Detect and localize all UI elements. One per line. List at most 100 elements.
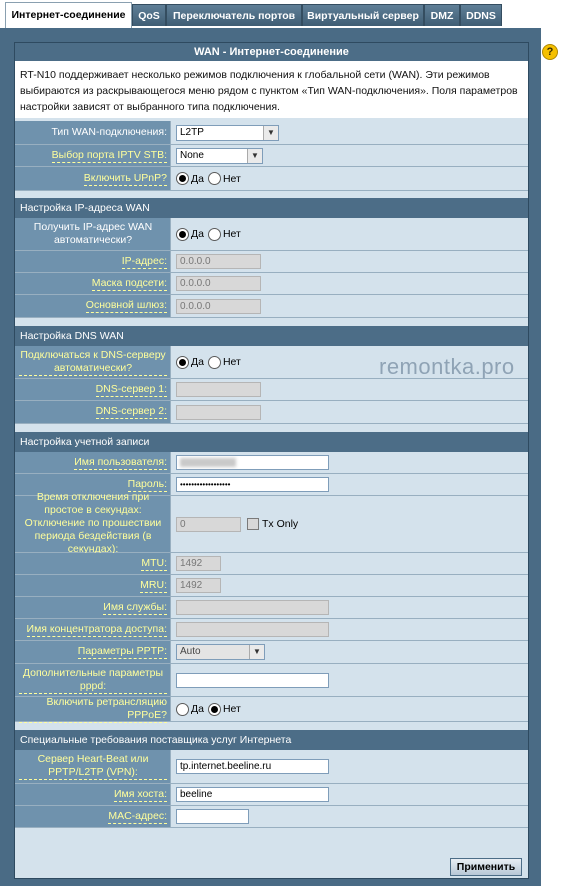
pppoe-relay-label: Включить ретрансляцию PPPoE? [15, 696, 171, 723]
iptv-port-row: Выбор порта IPTV STB: None ▼ [15, 145, 528, 167]
pptp-options-row: Параметры PPTP: Auto ▼ [15, 641, 528, 664]
idle-time-input[interactable]: 0 [176, 516, 241, 532]
wan-ip-auto-yes-label: Да [191, 228, 204, 240]
dns1-row: DNS-сервер 1: [15, 379, 528, 401]
wan-ip-section-header: Настройка IP-адреса WAN [15, 198, 528, 218]
chevron-down-icon: ▼ [249, 645, 264, 659]
isp-section-header: Специальные требования поставщика услуг … [15, 730, 528, 750]
wan-form: WAN - Интернет-соединение RT-N10 поддерж… [14, 42, 529, 879]
upnp-label: Включить UPnP? [15, 167, 171, 190]
upnp-no-label: Нет [222, 172, 241, 185]
apply-bar: Применить [15, 855, 528, 878]
mac-input[interactable] [176, 809, 249, 824]
concentrator-input[interactable] [176, 622, 329, 637]
dns-auto-no-radio[interactable] [207, 355, 221, 369]
tab-internet-connection[interactable]: Интернет-соединение [5, 2, 132, 28]
watermark: remontka.pro [379, 354, 515, 379]
subnet-mask-input[interactable]: 0.0.0.0 [176, 276, 261, 291]
heartbeat-input[interactable]: tp.internet.beeline.ru [176, 759, 329, 774]
pptp-options-label: Параметры PPTP: [15, 641, 171, 663]
tab-virtual-server[interactable]: Виртуальный сервер [302, 4, 424, 26]
hostname-row: Имя хоста: beeline [15, 784, 528, 806]
mac-row: MAC-адрес: [15, 806, 528, 828]
tab-port-switch[interactable]: Переключатель портов [166, 4, 302, 26]
concentrator-row: Имя концентратора доступа: [15, 619, 528, 641]
username-input[interactable] [176, 455, 329, 470]
dns2-row: DNS-сервер 2: [15, 401, 528, 424]
pppd-options-row: Дополнительные параметры pppd: [15, 664, 528, 697]
dns-auto-label: Подключаться к DNS-серверу автоматически… [15, 346, 171, 378]
tab-dmz[interactable]: DMZ [424, 4, 460, 26]
iptv-port-label: Выбор порта IPTV STB: [15, 145, 171, 166]
mtu-row: MTU: 1492 [15, 553, 528, 575]
wan-type-select[interactable]: L2TP ▼ [176, 124, 279, 141]
main-panel: WAN - Интернет-соединение RT-N10 поддерж… [0, 28, 541, 886]
page-title: WAN - Интернет-соединение [15, 43, 528, 61]
service-name-row: Имя службы: [15, 597, 528, 619]
tab-qos[interactable]: QoS [132, 4, 166, 26]
subnet-mask-label: Маска подсети: [15, 273, 171, 294]
ip-address-row: IP-адрес: 0.0.0.0 [15, 251, 528, 273]
iptv-port-select[interactable]: None ▼ [176, 147, 263, 164]
mru-row: MRU: 1492 [15, 575, 528, 597]
tx-only-checkbox[interactable] [247, 518, 259, 530]
pppoe-relay-yes-radio[interactable] [176, 702, 189, 716]
chevron-down-icon: ▼ [263, 125, 278, 140]
wan-ip-auto-no-label: Нет [222, 228, 241, 240]
dns-auto-yes-radio[interactable] [176, 355, 189, 369]
pppd-options-input[interactable] [176, 672, 329, 688]
service-name-label: Имя службы: [15, 597, 171, 618]
wan-type-row: Тип WAN-подключения: L2TP ▼ [15, 121, 528, 145]
gateway-label: Основной шлюз: [15, 295, 171, 317]
pppoe-relay-row: Включить ретрансляцию PPPoE? Да Нет [15, 696, 528, 723]
tab-bar: Интернет-соединение QoS Переключатель по… [0, 0, 566, 28]
tab-ddns[interactable]: DDNS [460, 4, 502, 26]
upnp-yes-radio[interactable] [176, 172, 189, 185]
gateway-input[interactable]: 0.0.0.0 [176, 298, 261, 314]
account-section-header: Настройка учетной записи [15, 432, 528, 452]
wan-ip-auto-no-radio[interactable] [207, 227, 221, 241]
dns2-input[interactable] [176, 404, 261, 420]
mru-input[interactable]: 1492 [176, 578, 221, 593]
service-name-input[interactable] [176, 600, 329, 615]
upnp-no-radio[interactable] [207, 172, 221, 185]
hostname-input[interactable]: beeline [176, 787, 329, 802]
ip-address-input[interactable]: 0.0.0.0 [176, 254, 261, 269]
tx-only-label: Tx Only [262, 518, 299, 530]
apply-button[interactable]: Применить [450, 858, 522, 876]
help-icon[interactable]: ? [542, 44, 558, 60]
dns2-label: DNS-сервер 2: [15, 401, 171, 423]
pppoe-relay-no-label: Нет [222, 703, 241, 715]
wan-ip-auto-row: Получить IP-адрес WAN автоматически? Да … [15, 218, 528, 251]
mtu-label: MTU: [15, 553, 171, 574]
pppoe-relay-yes-label: Да [191, 703, 204, 715]
chevron-down-icon: ▼ [247, 148, 262, 163]
concentrator-label: Имя концентратора доступа: [15, 619, 171, 640]
username-redacted [180, 457, 236, 467]
username-row: Имя пользователя: [15, 452, 528, 474]
wan-ip-auto-label: Получить IP-адрес WAN автоматически? [15, 218, 171, 250]
dns1-input[interactable] [176, 382, 261, 397]
dns-section-header: Настройка DNS WAN [15, 326, 528, 346]
heartbeat-row: Сервер Heart-Beat или PPTP/L2TP (VPN): t… [15, 750, 528, 784]
mtu-input[interactable]: 1492 [176, 556, 221, 571]
heartbeat-label: Сервер Heart-Beat или PPTP/L2TP (VPN): [15, 750, 171, 783]
hostname-label: Имя хоста: [15, 784, 171, 805]
dns-auto-no-label: Нет [222, 356, 241, 368]
idle-time-label: Время отключения при простое в секундах:… [15, 491, 171, 557]
pppoe-relay-no-radio[interactable] [207, 702, 221, 716]
upnp-yes-label: Да [191, 172, 204, 185]
pptp-options-select[interactable]: Auto ▼ [176, 644, 265, 660]
upnp-row: Включить UPnP? Да Нет [15, 167, 528, 191]
dns1-label: DNS-сервер 1: [15, 379, 171, 400]
mac-label: MAC-адрес: [15, 806, 171, 827]
gateway-row: Основной шлюз: 0.0.0.0 [15, 295, 528, 318]
username-label: Имя пользователя: [15, 452, 171, 473]
wan-type-label: Тип WAN-подключения: [15, 121, 171, 144]
password-input[interactable]: •••••••••••••••••• [176, 477, 329, 492]
idle-time-row: Время отключения при простое в секундах:… [15, 491, 528, 557]
wan-ip-auto-yes-radio[interactable] [176, 227, 189, 241]
subnet-mask-row: Маска подсети: 0.0.0.0 [15, 273, 528, 295]
dns-auto-yes-label: Да [191, 356, 204, 368]
ip-address-label: IP-адрес: [15, 251, 171, 272]
